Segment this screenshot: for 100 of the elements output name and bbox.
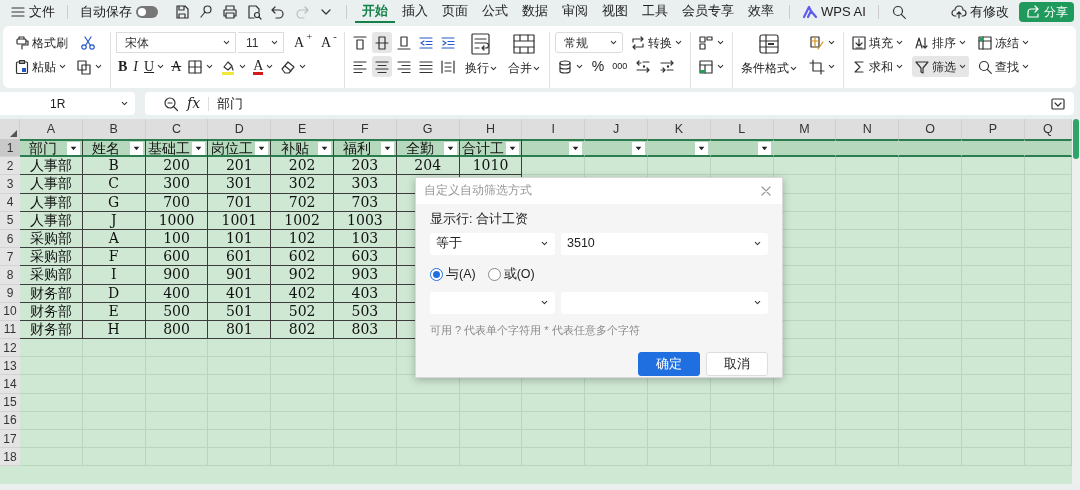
table-cell [961,320,1025,340]
ribbon-tab[interactable]: 开始 [355,1,395,23]
changes-button[interactable]: 有修改 [947,2,1013,22]
conditional-format-button[interactable]: 条件格式 [737,32,801,77]
column-header[interactable]: O [899,119,962,139]
file-menu[interactable]: 文件 [6,2,59,22]
column-header[interactable]: H [459,119,523,139]
column-header[interactable]: E [271,119,334,139]
column-header[interactable]: I [522,119,586,139]
convert-button[interactable]: 转换 [627,32,685,53]
align-middle-button[interactable] [371,32,392,53]
underline-button[interactable]: U [142,56,168,77]
ribbon-tab[interactable]: 工具 [635,1,675,23]
filter-dropdown-button[interactable] [631,141,645,155]
column-header[interactable]: K [647,119,711,139]
column-header[interactable]: G [396,119,460,139]
filter-dropdown-button[interactable] [443,141,457,155]
row-header[interactable]: 8 [0,266,20,285]
merge-button[interactable]: 合并 [504,32,544,77]
filter-button[interactable]: 筛选 [911,56,969,77]
format-painter-button[interactable]: 格式刷 [12,32,70,53]
row-header[interactable]: 18 [0,448,20,467]
row-header[interactable]: 7 [0,248,20,267]
ribbon-tab[interactable]: 页面 [435,1,475,23]
row-header[interactable]: 1 [0,139,20,158]
select-all-icon[interactable] [10,130,17,137]
ribbon-tab[interactable]: 视图 [595,1,635,23]
sum-button[interactable]: 求和 [848,56,906,77]
filter-dropdown-button[interactable] [66,141,80,155]
table-cell [961,211,1025,230]
align-right-icon [395,58,412,75]
filter-dropdown-button[interactable] [380,141,394,155]
freeze-button[interactable]: 冻结 [974,32,1032,53]
ribbon-tab[interactable]: 审阅 [555,1,595,23]
value-select[interactable]: 3510 [561,232,768,255]
row-header[interactable]: 17 [0,430,20,449]
italic-button[interactable]: I [131,56,140,77]
bold-button[interactable]: B [116,56,130,77]
filter-dropdown-button[interactable] [255,141,269,155]
row-header[interactable]: 3 [0,175,20,194]
name-box[interactable]: 1R [0,92,135,115]
ribbon-tab[interactable]: 数据 [515,1,555,23]
table-cell [961,375,1025,394]
align-center-button[interactable] [371,56,392,77]
scrollbar-thumb[interactable] [1073,119,1079,159]
ribbon-tab[interactable]: 公式 [475,1,515,23]
number-format-select[interactable]: 常规 [554,32,623,53]
filter-dropdown-button[interactable] [192,141,206,155]
operator-select[interactable]: 等于 [430,232,555,255]
strikethrough-button[interactable]: A [169,56,184,77]
font-color-button[interactable]: A [251,56,277,77]
table-cell [961,302,1025,321]
percent-button[interactable]: % [589,56,607,77]
column-header[interactable]: B [82,119,146,139]
font-size-select[interactable]: 11 [238,32,284,53]
filter-dropdown-button[interactable] [569,141,583,155]
filter-dropdown-button[interactable] [129,141,143,155]
ribbon-tab[interactable]: 会员专享 [675,1,741,23]
row-header[interactable]: 12 [0,339,20,358]
fill-button[interactable]: 填充 [848,32,906,53]
font-select[interactable]: 宋体 [116,32,236,53]
filter-dropdown-button[interactable] [757,141,771,155]
cut-icon [80,34,96,51]
caret-icon [715,62,725,71]
ribbon-tab[interactable]: 效率 [741,1,781,23]
column-header[interactable]: Q [1024,119,1072,139]
column-header[interactable]: M [773,119,837,139]
share-button[interactable]: 分享 [1019,2,1074,22]
row-header[interactable]: 2 [0,157,20,176]
row-header[interactable]: 13 [0,357,20,376]
logic-radio[interactable]: 与(A) [430,264,476,284]
grow-font-button[interactable]: A$^{+}$ [292,32,315,53]
column-header[interactable]: L [710,119,774,139]
logic-radio[interactable]: 或(O) [487,264,535,284]
cancel-button[interactable]: 取消 [706,352,768,376]
autosave-toggle[interactable] [136,6,158,18]
wps-ai-button[interactable]: WPS AI [798,2,870,22]
filter-dropdown-button[interactable] [694,141,708,155]
ribbon-tab[interactable]: 插入 [395,1,435,23]
formula-input[interactable]: 部门 [217,93,244,114]
printer-icon [222,4,238,20]
shrink-font-button[interactable]: A$^{-}$ [319,32,339,53]
column-header[interactable]: A [20,119,83,139]
column-header[interactable]: F [334,119,397,139]
column-header[interactable]: P [961,119,1025,139]
column-header[interactable]: N [836,119,900,139]
thousands-button[interactable]: 000 [610,56,630,77]
table-cell: 501 [208,302,272,321]
ok-button[interactable]: 确定 [638,352,700,376]
function-label[interactable]: fx [187,93,201,114]
find-button[interactable]: 查找 [974,56,1032,77]
sort-button[interactable]: 排序 [911,32,969,53]
column-header[interactable]: J [585,119,648,139]
column-header[interactable]: D [208,119,272,139]
filter-dropdown-button[interactable] [506,141,520,155]
filter-dropdown-button[interactable] [318,141,331,155]
paste-button[interactable]: 粘贴 [12,56,69,77]
column-header[interactable]: C [145,119,209,139]
wrap-text-button[interactable]: 换行 [461,32,501,77]
row-header[interactable]: 14 [0,375,20,394]
